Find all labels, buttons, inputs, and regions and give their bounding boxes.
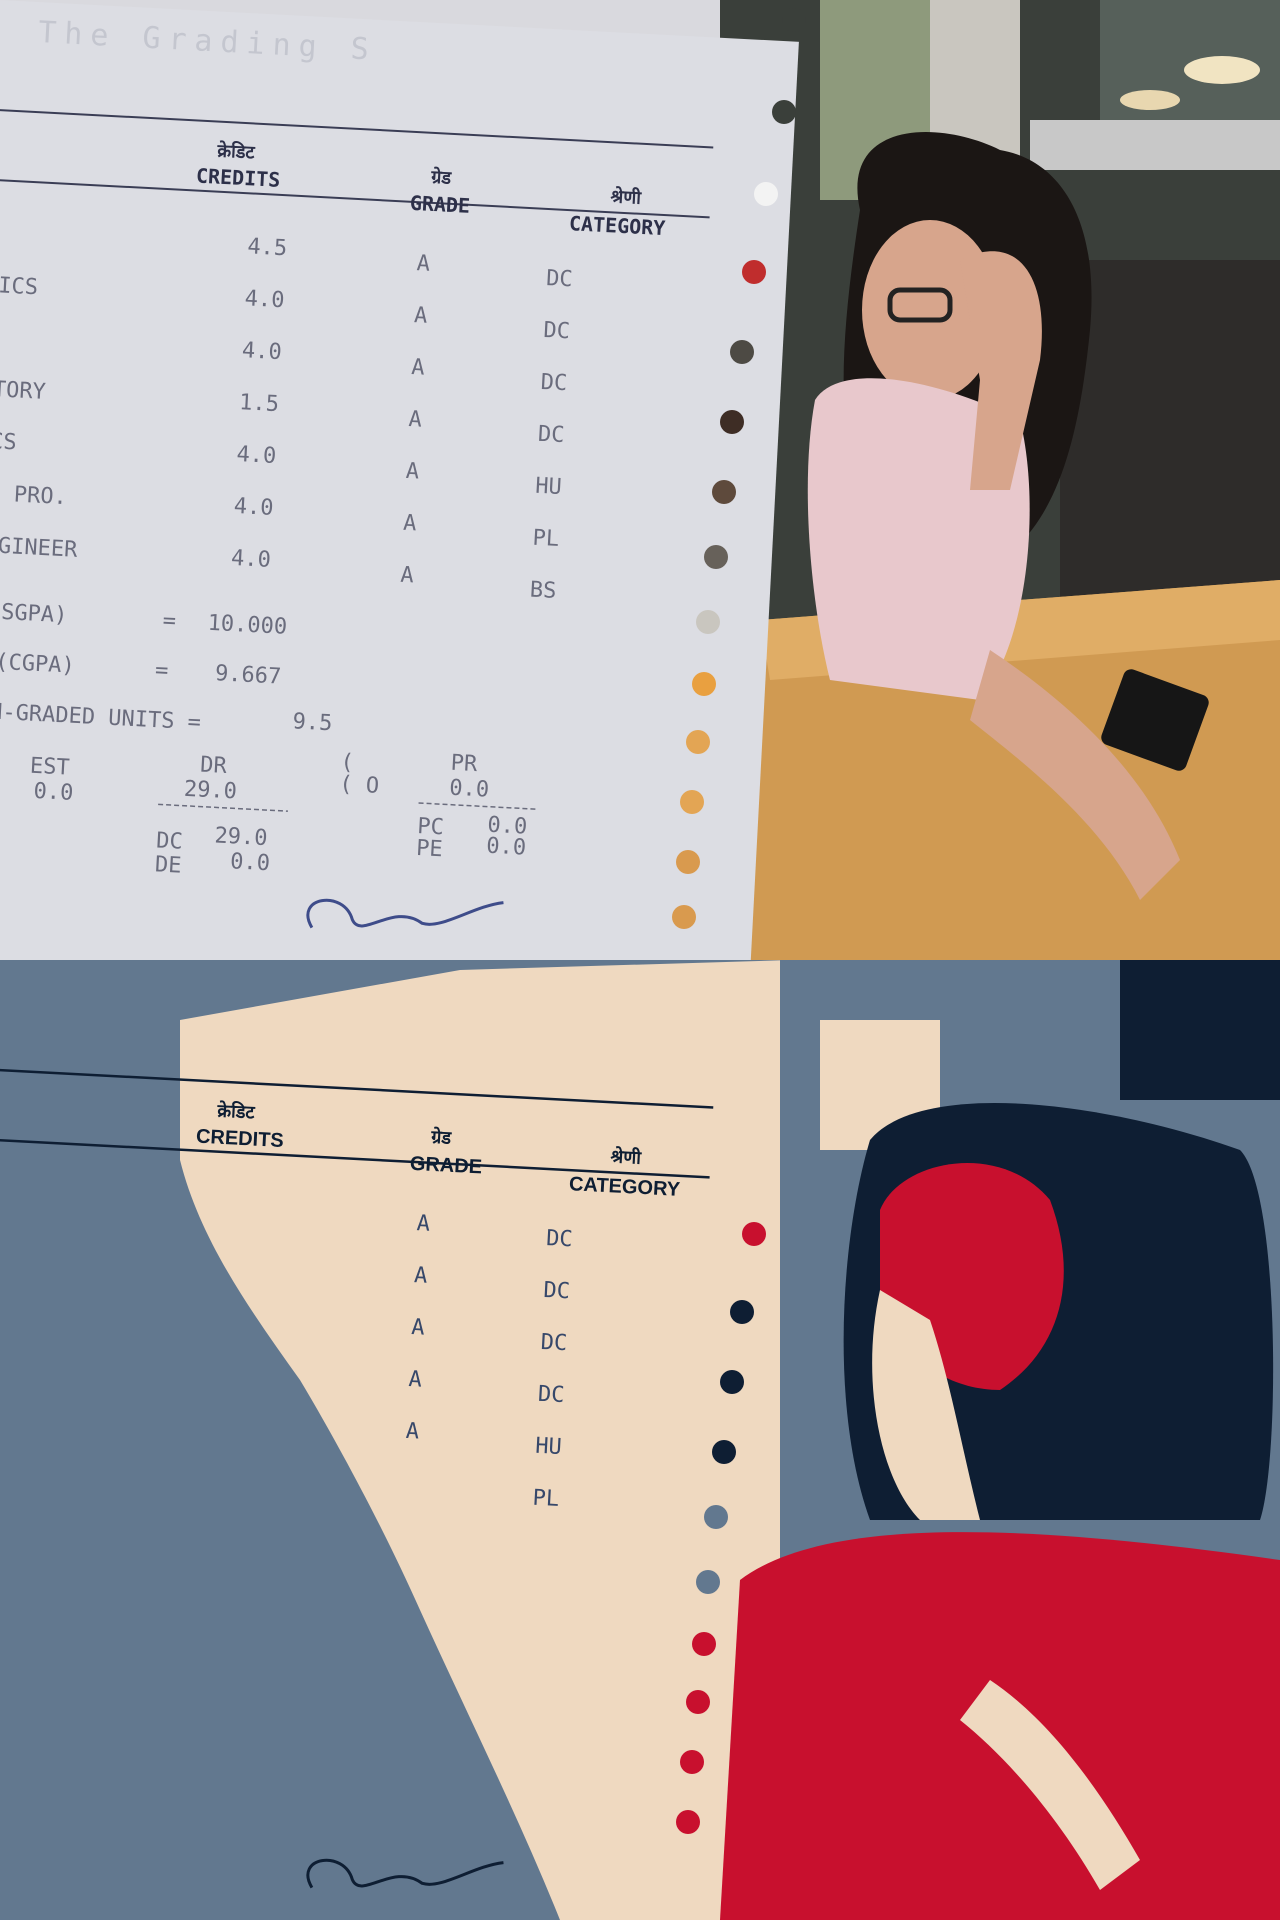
sgpa-value: 10.000 — [207, 611, 288, 640]
sgpa-label: (SGPA) — [0, 599, 68, 628]
row-credit: 4.0 — [244, 286, 285, 313]
punch-hole — [676, 850, 700, 874]
punch-hole — [686, 730, 710, 754]
poster-grade-hindi: ग्रेड — [430, 1126, 453, 1148]
paren-o: ( O — [339, 772, 380, 799]
punch-hole — [730, 340, 754, 364]
punch-hole — [772, 100, 796, 124]
cgpa-eq: = — [154, 658, 169, 684]
row-grade: A — [408, 407, 423, 433]
punch-hole — [720, 410, 744, 434]
row-grade: A — [403, 511, 418, 537]
poster-grade: GRADE — [409, 1153, 482, 1179]
row-grade: A — [405, 459, 420, 485]
punch-hole — [704, 1505, 728, 1529]
poster-grade-cell: A — [411, 1315, 426, 1341]
photo-panel: The Grading S क्रेडिट CREDITS ग्रेड GRAD… — [0, 0, 1280, 960]
de-label: DE — [154, 852, 182, 878]
poster-header: क्रेडिट CREDITS ग्रेड GRADE श्रेणी CATEG… — [0, 960, 819, 1920]
punch-hole — [692, 1632, 716, 1656]
est-label: EST — [29, 754, 70, 781]
punch-hole — [686, 1690, 710, 1714]
row-grade: A — [400, 563, 415, 589]
row-course: TICS — [0, 273, 39, 301]
punch-hole — [782, 8, 806, 32]
row-credit: 1.5 — [239, 390, 280, 417]
row-grade: A — [411, 355, 426, 381]
est-value: 0.0 — [33, 779, 74, 806]
poster-credits: CREDITS — [195, 1126, 284, 1153]
punch-hole — [680, 790, 704, 814]
dc-label: DC — [156, 828, 184, 854]
header-grade-hindi: ग्रेड — [430, 166, 453, 189]
punch-hole — [676, 1810, 700, 1834]
pe-label: PE — [416, 836, 444, 862]
row-category: HU — [535, 474, 563, 500]
row-credit: 4.0 — [233, 494, 274, 521]
poster-category-cell: DC — [537, 1382, 565, 1408]
row-category: DC — [546, 266, 574, 292]
poster-grade-cell: A — [408, 1367, 423, 1393]
sgpa-eq: = — [162, 608, 177, 634]
header-grade: GRADE — [409, 191, 470, 218]
poster-category-cell: DC — [540, 1330, 568, 1356]
punch-hole — [696, 610, 720, 634]
punch-hole — [712, 1440, 736, 1464]
header-category-hindi: श्रेणी — [610, 185, 643, 209]
header-category: CATEGORY — [568, 211, 665, 240]
de-value: 0.0 — [230, 849, 271, 876]
poster-category-cell: HU — [535, 1434, 563, 1460]
cgpa-label: (CGPA) — [0, 650, 75, 679]
punch-hole — [696, 1570, 720, 1594]
punch-hole — [754, 182, 778, 206]
header-credits: CREDITS — [195, 164, 280, 192]
pr-label: PR — [450, 751, 479, 777]
poster-category: CATEGORY — [568, 1173, 681, 1201]
grade-sheet: The Grading S क्रेडिट CREDITS ग्रेड GRAD… — [0, 0, 800, 960]
row-credit: 4.0 — [236, 442, 277, 469]
poster-grade-cell: A — [416, 1211, 431, 1237]
punch-hole — [742, 260, 766, 284]
row-credit: 4.5 — [247, 234, 288, 261]
punch-hole — [742, 1222, 766, 1246]
poster-category-cell: DC — [543, 1278, 571, 1304]
poster-grade-cell: A — [405, 1419, 420, 1445]
cgpa-value: 9.667 — [214, 661, 281, 689]
dr-label: DR — [200, 753, 229, 779]
posterized-panel: क्रेडिट CREDITS ग्रेड GRADE श्रेणी CATEG… — [0, 960, 1280, 1920]
row-credit: 4.0 — [241, 338, 282, 365]
poster-category-hindi: श्रेणी — [610, 1145, 643, 1168]
row-course: IC PRO. — [0, 480, 67, 510]
row-course: ATORY — [0, 376, 46, 404]
row-course: ENGINEER — [0, 532, 79, 563]
punch-hole — [672, 905, 696, 929]
row-category: DC — [540, 370, 568, 396]
row-grade: A — [416, 251, 431, 277]
row-grade: A — [413, 303, 428, 329]
dc-value: 29.0 — [214, 823, 268, 851]
poster-credits-hindi: क्रेडिट — [216, 1100, 256, 1123]
poster-category-cell: PL — [532, 1486, 560, 1512]
punch-hole — [712, 480, 736, 504]
punch-hole — [730, 1300, 754, 1324]
pr-value: 0.0 — [449, 776, 490, 803]
punch-hole — [692, 672, 716, 696]
poster-category-cell: DC — [546, 1226, 574, 1252]
non-graded-value: 9.5 — [292, 709, 333, 736]
row-category: DC — [537, 422, 565, 448]
poster-signature — [306, 1858, 504, 1889]
pe-value: 0.0 — [486, 834, 527, 861]
punch-hole — [720, 1370, 744, 1394]
row-credit: 4.0 — [230, 546, 271, 573]
row-category: PL — [532, 526, 560, 552]
poster-grade-cell: A — [413, 1263, 428, 1289]
punch-hole — [704, 545, 728, 569]
row-category: DC — [543, 318, 571, 344]
row-category: BS — [529, 578, 557, 604]
header-credits-hindi: क्रेडिट — [216, 140, 256, 164]
dr-value: 29.0 — [183, 777, 237, 805]
punch-hole — [680, 1750, 704, 1774]
row-course: ICS — [0, 428, 17, 455]
